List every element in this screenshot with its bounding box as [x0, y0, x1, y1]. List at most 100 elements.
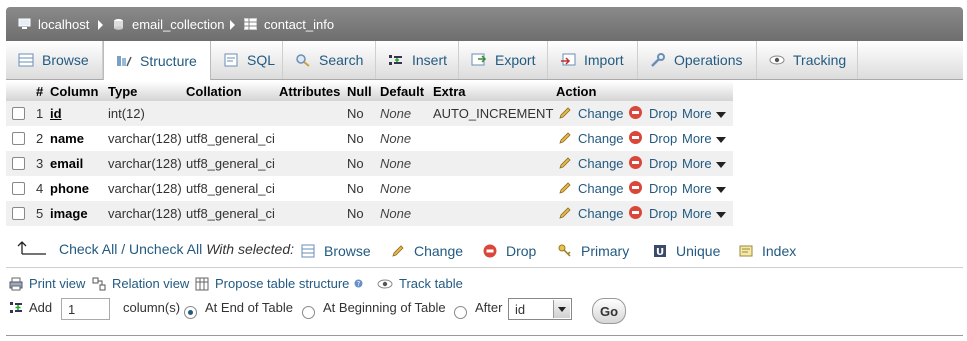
pencil-icon	[559, 107, 571, 119]
column-null: No	[347, 131, 364, 146]
more-link[interactable]: More	[682, 206, 712, 221]
column-count-input[interactable]: 1	[61, 298, 110, 320]
chevron-down-icon[interactable]	[716, 212, 726, 218]
tab-tracking[interactable]: Tracking	[757, 41, 858, 79]
at-beginning-label[interactable]: At Beginning of Table	[323, 300, 446, 315]
header-column[interactable]: Column	[50, 84, 98, 99]
header-action: Action	[556, 84, 597, 99]
arrow-up-left-icon	[17, 241, 46, 255]
browse-icon	[18, 53, 34, 67]
column-default: None	[380, 156, 412, 171]
at-beginning-radio[interactable]	[302, 306, 315, 319]
chevron-down-icon[interactable]	[553, 300, 570, 318]
header-extra: Extra	[433, 84, 466, 99]
change-link[interactable]: Change	[578, 206, 624, 221]
column-name: name	[50, 131, 84, 146]
row-checkbox[interactable]	[12, 182, 25, 195]
more-link[interactable]: More	[682, 131, 712, 146]
change-link[interactable]: Change	[578, 156, 624, 171]
header-collation: Collation	[186, 84, 242, 99]
structure-icon	[117, 55, 132, 66]
relation-view-label: Relation view	[112, 276, 190, 291]
insert-icon	[389, 55, 402, 65]
bulk-browse-button[interactable]: Browse	[301, 243, 371, 259]
uncheck-all-link[interactable]: Uncheck All	[129, 241, 202, 257]
drop-link[interactable]: Drop	[649, 131, 677, 146]
chevron-down-icon[interactable]	[716, 187, 726, 193]
tab-operations[interactable]: Operations	[638, 41, 757, 79]
drop-link[interactable]: Drop	[649, 181, 677, 196]
more-link[interactable]: More	[682, 156, 712, 171]
row-num: 2	[36, 131, 44, 146]
tab-export[interactable]: Export	[459, 41, 548, 79]
go-button[interactable]: Go	[592, 298, 626, 324]
browse-icon	[301, 244, 315, 258]
row-checkbox[interactable]	[12, 207, 25, 220]
eye-icon	[377, 279, 393, 288]
row-checkbox[interactable]	[12, 132, 25, 145]
bulk-index-label: Index	[762, 243, 797, 259]
sql-icon	[224, 53, 238, 67]
change-link[interactable]: Change	[578, 181, 624, 196]
bulk-index-button[interactable]: Index	[739, 243, 796, 259]
export-icon	[471, 53, 487, 66]
pencil-icon	[392, 245, 404, 257]
bulk-unique-button[interactable]: U Unique	[653, 243, 720, 259]
tab-structure[interactable]: Structure	[103, 41, 211, 80]
tab-import[interactable]: Import	[548, 41, 638, 79]
header-null: Null	[347, 84, 372, 99]
divider	[6, 267, 963, 268]
track-table-link[interactable]: Track table	[377, 276, 463, 291]
relation-view-link[interactable]: Relation view	[92, 276, 189, 291]
drop-link[interactable]: Drop	[649, 156, 677, 171]
tab-label: Tracking	[793, 52, 847, 68]
after-label[interactable]: After	[475, 300, 502, 315]
after-radio[interactable]	[454, 306, 467, 319]
more-link[interactable]: More	[682, 106, 712, 121]
change-link[interactable]: Change	[578, 106, 624, 121]
drop-link[interactable]: Drop	[649, 106, 677, 121]
column-null: No	[347, 206, 364, 221]
change-link[interactable]: Change	[578, 131, 624, 146]
help-icon[interactable]: ?	[354, 279, 363, 288]
breadcrumb-database[interactable]: email_collection	[112, 15, 225, 33]
tab-label: SQL	[247, 52, 276, 68]
after-column-select[interactable]: id	[508, 298, 572, 320]
drop-link[interactable]: Drop	[649, 206, 677, 221]
header-default: Default	[380, 84, 425, 99]
print-view-link[interactable]: Print view	[9, 276, 85, 291]
bulk-change-button[interactable]: Change	[391, 243, 463, 259]
column-type: varchar(128)	[108, 181, 182, 196]
drop-icon	[483, 244, 497, 258]
table-row: 5 image varchar(128) utf8_general_ci No …	[6, 201, 733, 226]
breadcrumb-separator-icon	[230, 20, 235, 30]
bulk-primary-button[interactable]: Primary	[558, 243, 629, 259]
column-collation: utf8_general_ci	[186, 206, 275, 221]
chevron-down-icon[interactable]	[716, 112, 726, 118]
check-all-link[interactable]: Check All	[59, 241, 117, 257]
tab-sql[interactable]: SQL	[211, 41, 283, 79]
tab-insert[interactable]: Insert	[376, 41, 459, 79]
breadcrumb: localhost email_collection contact_info	[6, 7, 963, 41]
row-num: 4	[36, 181, 44, 196]
bulk-browse-label: Browse	[324, 243, 371, 259]
key-icon	[558, 244, 571, 257]
row-checkbox[interactable]	[12, 157, 25, 170]
tab-search[interactable]: Search	[283, 41, 376, 79]
propose-structure-link[interactable]: Propose table structure ?	[195, 276, 363, 291]
bulk-drop-button[interactable]: Drop	[483, 243, 536, 259]
column-extra: AUTO_INCREMENT	[433, 106, 554, 121]
tab-browse[interactable]: Browse	[6, 41, 103, 79]
breadcrumb-server[interactable]: localhost	[18, 15, 89, 33]
breadcrumb-server-label: localhost	[38, 16, 90, 32]
chevron-down-icon[interactable]	[716, 162, 726, 168]
at-end-label[interactable]: At End of Table	[205, 300, 293, 315]
row-num: 3	[36, 156, 44, 171]
pencil-icon	[559, 157, 571, 169]
chevron-down-icon[interactable]	[716, 137, 726, 143]
more-link[interactable]: More	[682, 181, 712, 196]
breadcrumb-table[interactable]: contact_info	[244, 15, 334, 33]
at-end-radio[interactable]	[184, 306, 197, 319]
tab-label: Operations	[674, 52, 743, 68]
row-checkbox[interactable]	[12, 107, 25, 120]
